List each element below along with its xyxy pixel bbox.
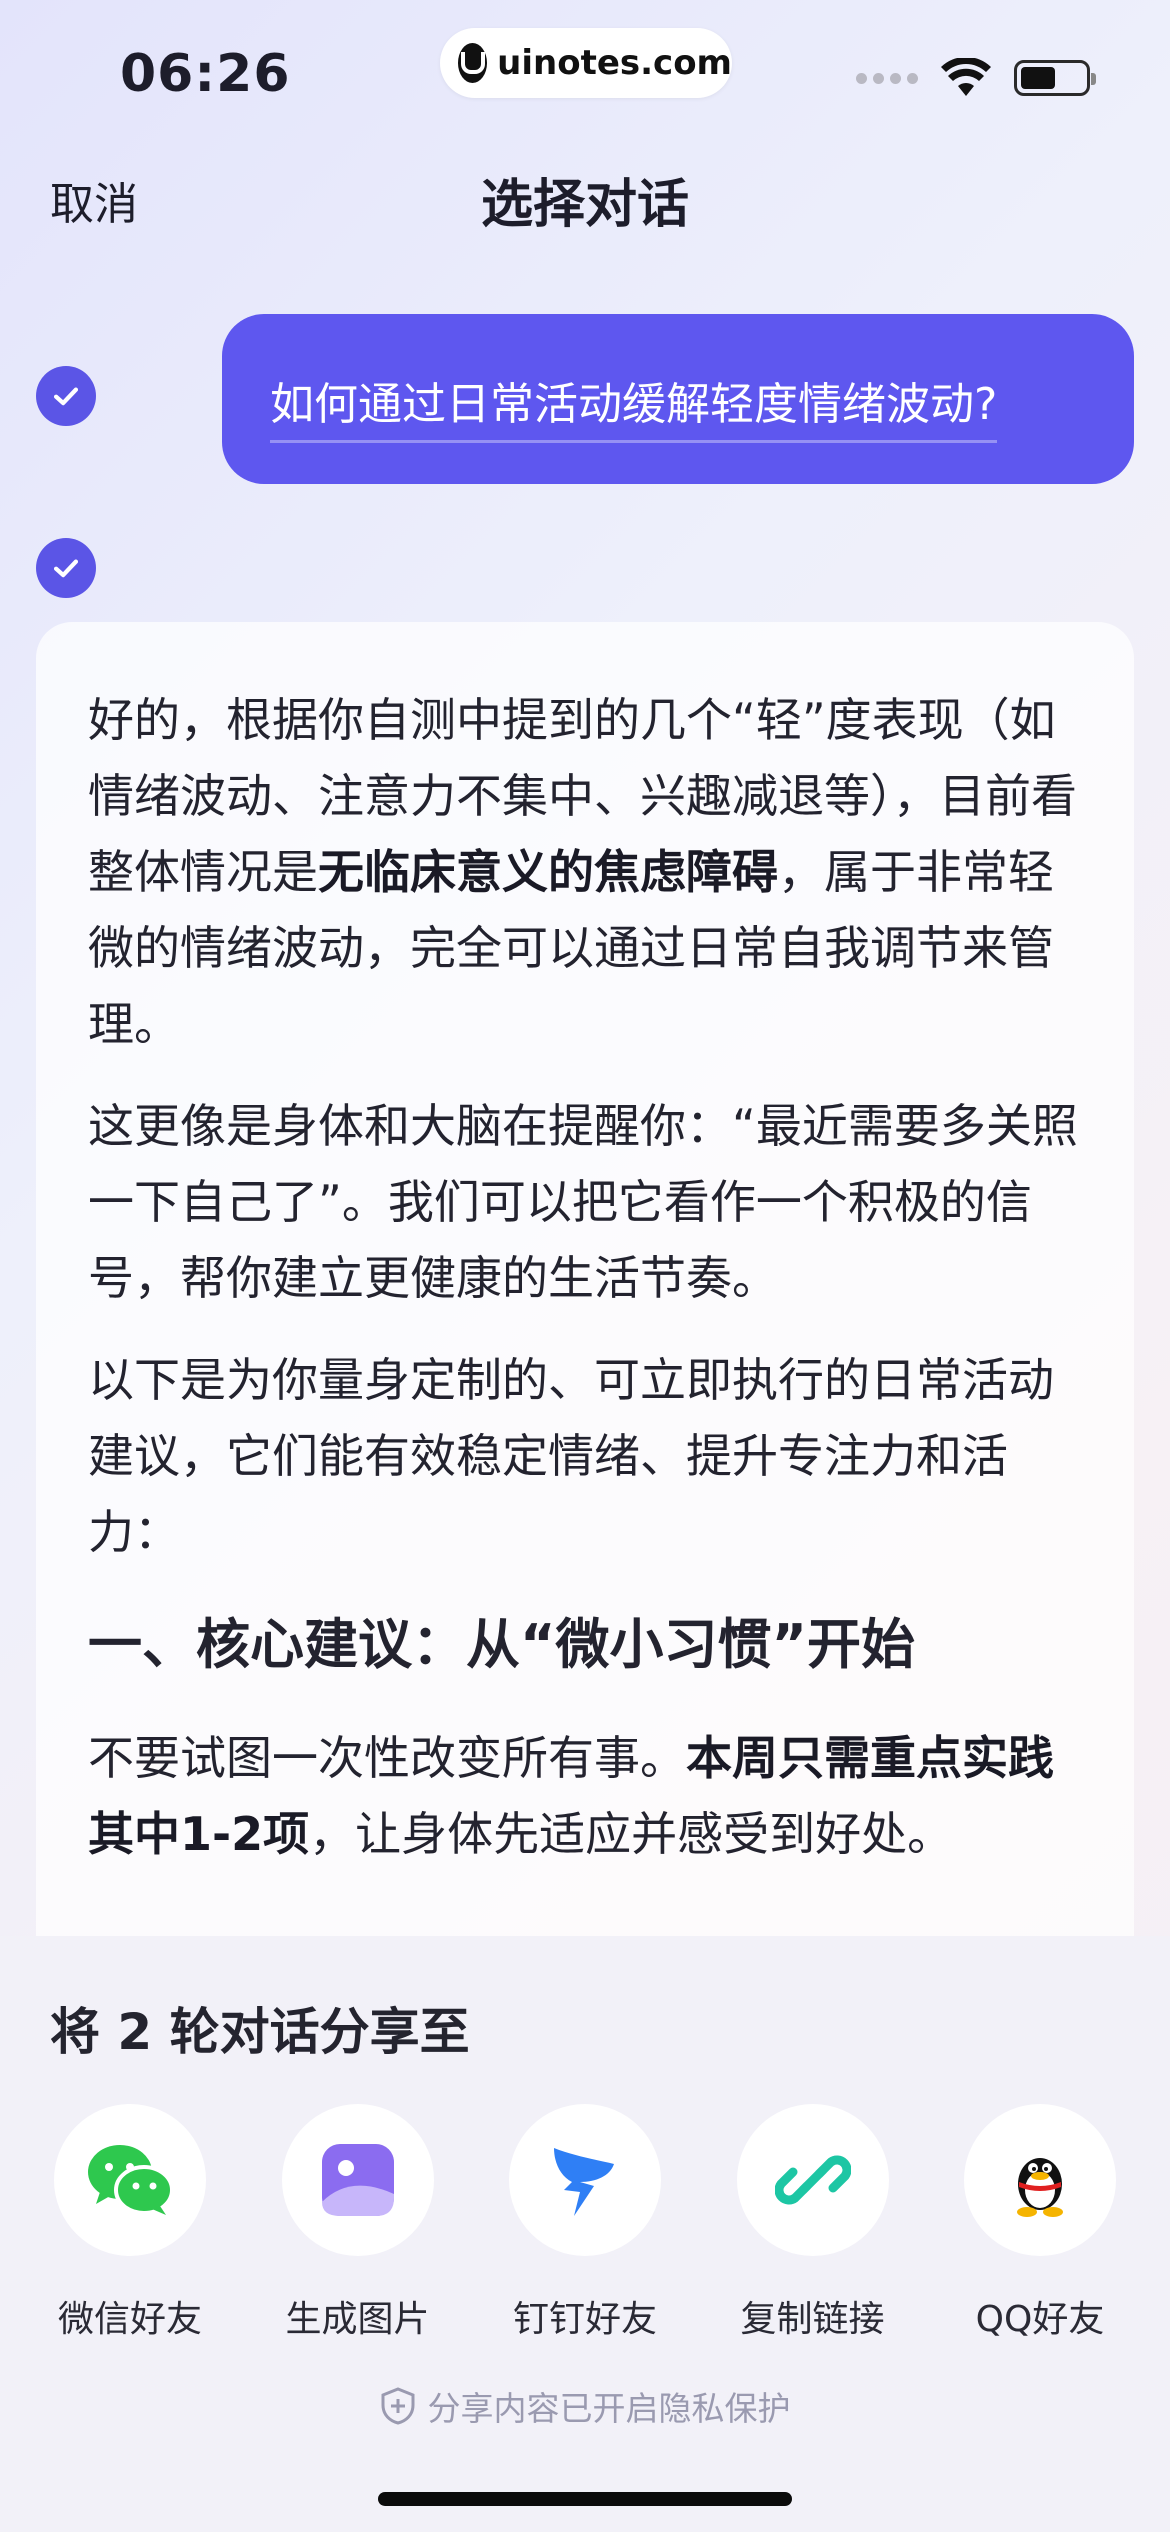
wechat-icon (88, 2145, 174, 2215)
share-title: 将 2 轮对话分享至 (50, 2003, 470, 2061)
share-panel: 将 2 轮对话分享至 微信好友 生成图片 钉钉好友 复制链接 QQ好友 分享内容… (0, 1936, 1170, 2532)
select-question-checkbox[interactable] (36, 366, 96, 426)
share-image[interactable]: 生成图片 (281, 2104, 434, 2342)
share-dingtalk-label: 钉钉好友 (512, 2299, 657, 2340)
url-pill[interactable]: uinotes.com (440, 28, 732, 98)
battery-icon (1014, 60, 1096, 96)
status-time: 06:26 (120, 44, 291, 104)
privacy-text: 分享内容已开启隐私保护 (427, 2389, 791, 2428)
answer-paragraph-1: 好的，根据你自测中提到的几个“轻”度表现（如情绪波动、注意力不集中、兴趣减退等）… (88, 693, 1077, 1051)
share-wechat[interactable]: 微信好友 (54, 2104, 206, 2342)
share-dingtalk[interactable]: 钉钉好友 (509, 2104, 661, 2342)
qq-icon (1017, 2158, 1063, 2217)
page-title: 选择对话 (480, 175, 689, 235)
url-text: uinotes.com (497, 43, 732, 83)
share-copy-link[interactable]: 复制链接 (736, 2104, 889, 2342)
image-icon (321, 2144, 394, 2216)
question-text: 如何通过日常活动缓解轻度情绪波动? (270, 368, 998, 443)
share-copy-link-label: 复制链接 (740, 2299, 885, 2340)
status-icons (856, 58, 1096, 98)
dingtalk-icon (554, 2148, 614, 2216)
select-answer-checkbox[interactable] (36, 538, 96, 598)
share-qq[interactable]: QQ好友 (964, 2104, 1116, 2342)
answer-heading: 一、核心建议：从“微小习惯”开始 (88, 1613, 915, 1676)
site-logo-icon (458, 43, 488, 83)
shield-icon (381, 2387, 414, 2425)
privacy-notice: 分享内容已开启隐私保护 (0, 2382, 1170, 2430)
share-wechat-label: 微信好友 (57, 2299, 202, 2340)
answer-paragraph-4: 不要试图一次性改变所有事。本周只需重点实践其中1-2项，让身体先适应并感受到好处… (88, 1731, 1054, 1861)
answer-paragraph-2: 这更像是身体和大脑在提醒你：“最近需要多关照一下自己了”。我们可以把它看作一个积… (88, 1099, 1078, 1305)
signal-dots-icon (856, 72, 918, 84)
share-qq-label: QQ好友 (975, 2299, 1105, 2340)
check-icon (53, 387, 79, 406)
answer-card[interactable]: 好的，根据你自测中提到的几个“轻”度表现（如情绪波动、注意力不集中、兴趣减退等）… (36, 622, 1134, 2022)
share-options: 微信好友 生成图片 钉钉好友 复制链接 QQ好友 (0, 2104, 1170, 2342)
check-icon (53, 559, 79, 578)
answer-paragraph-3: 以下是为你量身定制的、可立即执行的日常活动建议，它们能有效稳定情绪、提升专注力和… (88, 1353, 1054, 1559)
link-icon (774, 2155, 851, 2205)
wifi-icon (941, 58, 991, 96)
home-indicator[interactable] (378, 2492, 792, 2506)
share-image-label: 生成图片 (285, 2299, 430, 2340)
question-bubble[interactable]: 如何通过日常活动缓解轻度情绪波动? (222, 314, 1134, 484)
